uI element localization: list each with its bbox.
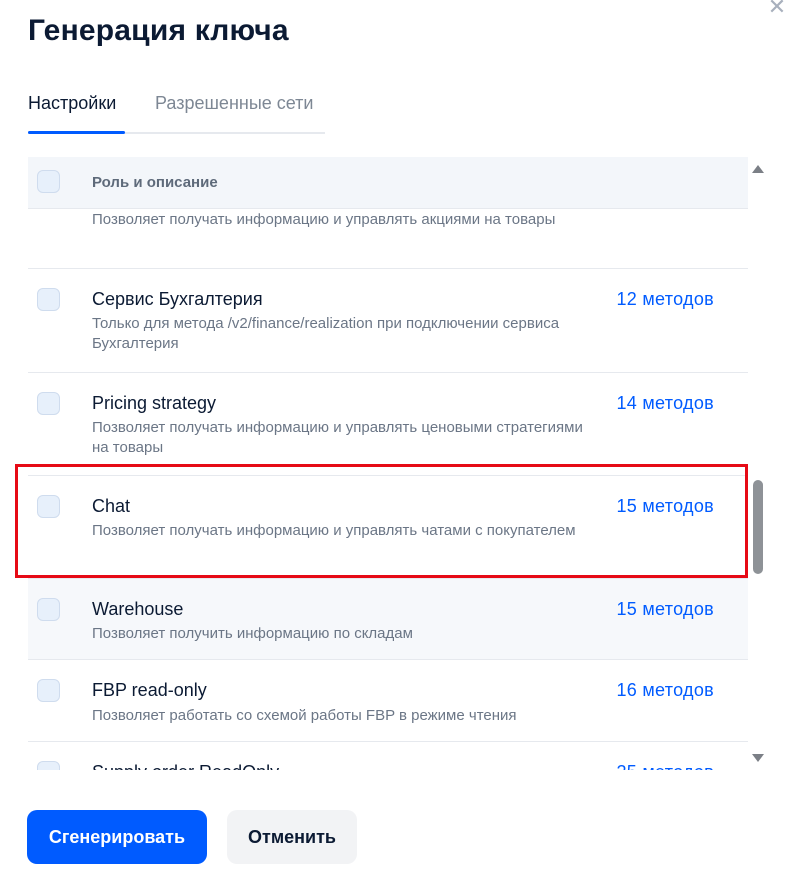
row-title: Warehouse (92, 599, 184, 619)
row-description: Позволяет получать информацию и управлят… (92, 419, 583, 456)
cancel-button[interactable]: Отменить (227, 810, 357, 864)
row-description: Только для метода /v2/finance/realizatio… (92, 315, 560, 352)
row-title: Supply order ReadOnly (92, 762, 279, 770)
row-checkbox[interactable] (37, 288, 60, 311)
table-header: Роль и описание (28, 157, 748, 209)
methods-link[interactable]: 12 методов (616, 289, 714, 310)
scrollbar-thumb[interactable] (753, 480, 763, 574)
table-row-chat[interactable]: Chat Позволяет получать информацию и упр… (28, 476, 748, 579)
row-title: Сервис Бухгалтерия (92, 289, 263, 309)
row-checkbox[interactable] (37, 392, 60, 415)
active-tab-indicator (28, 131, 125, 134)
row-title: FBP read-only (92, 680, 207, 700)
table-row[interactable]: Supply order ReadOnly 25 методов (28, 742, 748, 770)
row-description: Позволяет получать информацию и управлят… (92, 522, 576, 539)
tab-settings[interactable]: Настройки (28, 93, 116, 114)
methods-link[interactable]: 14 методов (616, 393, 714, 414)
row-checkbox[interactable] (37, 679, 60, 702)
tab-bar: Настройки Разрешенные сети (28, 88, 325, 134)
row-checkbox[interactable] (37, 598, 60, 621)
row-description: Позволяет получить информацию по складам (92, 625, 413, 642)
table-row[interactable]: Warehouse Позволяет получить информацию … (28, 579, 748, 660)
row-description: Позволяет работать со схемой работы FBP … (92, 707, 517, 724)
methods-link[interactable]: 15 методов (616, 496, 714, 517)
triangle-up-icon[interactable] (752, 165, 764, 173)
close-icon[interactable]: ✕ (764, 0, 790, 20)
methods-link[interactable]: 25 методов (616, 762, 714, 770)
dialog-title: Генерация ключа (28, 14, 289, 47)
methods-link[interactable]: 15 методов (616, 599, 714, 620)
select-all-checkbox[interactable] (37, 170, 60, 193)
scrollbar[interactable] (751, 160, 765, 770)
tab-allowed-networks[interactable]: Разрешенные сети (155, 93, 313, 114)
triangle-down-icon[interactable] (752, 754, 764, 762)
generate-button[interactable]: Сгенерировать (27, 810, 207, 864)
table-row[interactable]: FBP read-only Позволяет работать со схем… (28, 660, 748, 742)
table-row[interactable]: Сервис Бухгалтерия Только для метода /v2… (28, 269, 748, 373)
row-checkbox[interactable] (37, 495, 60, 518)
methods-link[interactable]: 16 методов (616, 680, 714, 701)
row-checkbox[interactable] (37, 761, 60, 770)
roles-table: Роль и описание Позволяет получать инфор… (28, 157, 748, 770)
table-row[interactable]: Pricing strategy Позволяет получать инфо… (28, 373, 748, 476)
table-header-label: Роль и описание (92, 174, 218, 191)
row-title: Chat (92, 496, 131, 516)
row-title: Pricing strategy (92, 393, 217, 413)
row-description: Позволяет получать информацию и управлят… (92, 211, 556, 228)
